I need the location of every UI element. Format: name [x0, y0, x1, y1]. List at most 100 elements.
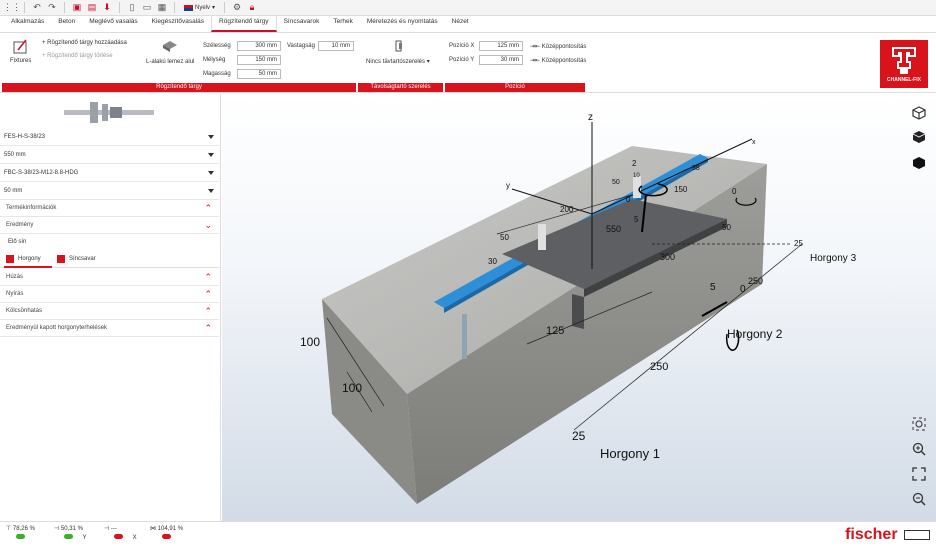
tab-terhek[interactable]: Terhek [326, 15, 360, 32]
height-field[interactable]: 50 mm [237, 68, 281, 79]
status-item-tension[interactable]: ⊤ 78,26 % [6, 525, 35, 541]
standoff-group: Nincs távtartószerelés ▾ Távolságtartó s… [358, 35, 443, 92]
accordion-product-info[interactable]: Termékinformációk ⌃ [0, 200, 219, 217]
channel-type-dropdown[interactable]: FES-H-S-38/23 [0, 128, 219, 146]
tab-meglevo-vasalas[interactable]: Meglévő vasalás [82, 15, 144, 32]
l-plate-icon [163, 41, 177, 52]
chevron-up-icon: ⌃ [204, 306, 212, 316]
apps-grid-icon[interactable]: ⋮⋮ [3, 2, 21, 14]
center-x-button[interactable]: ⇥⇤ Középpontosítás [530, 43, 586, 50]
position-x-field[interactable]: 125 mm [479, 40, 523, 51]
fixtures-button[interactable]: Fixtures [8, 39, 34, 67]
dim-label: 50 [500, 233, 509, 242]
anchor-1-label: Horgony 1 [600, 446, 660, 461]
accordion-interaction[interactable]: Kölcsönhatás ⌃ [0, 303, 219, 320]
open-project-icon[interactable]: ▤ [86, 2, 98, 14]
zoom-in-icon[interactable] [912, 442, 926, 456]
cube-filled-icon [912, 131, 926, 143]
warning-icon [6, 255, 14, 263]
accordion-result[interactable]: Eredmény ⌄ [0, 217, 219, 234]
redo-icon[interactable]: ↷ [46, 2, 58, 14]
focus-icon[interactable] [912, 417, 926, 431]
status-value: 50,31 % [60, 526, 83, 532]
print-icon[interactable]: ▭ [141, 2, 153, 14]
depth-label: Mélység [203, 57, 226, 63]
target-icon [912, 417, 926, 431]
cube-solid-icon [913, 157, 925, 169]
zoom-out-icon[interactable] [912, 492, 926, 506]
dim-label: 250 [650, 361, 668, 373]
chevron-down-icon [208, 189, 214, 193]
undo-icon[interactable]: ↶ [31, 2, 43, 14]
channel-length-dropdown[interactable]: 550 mm [0, 146, 219, 164]
dim-label: 300 [660, 252, 675, 262]
tab-meretezes[interactable]: Méretezés és nyomtatás [360, 15, 445, 32]
toolbar-divider [119, 2, 120, 13]
bolt-length-dropdown[interactable]: 50 mm [0, 182, 219, 200]
tab-alkalmazas[interactable]: Alkalmazás [4, 15, 51, 32]
dim-label: 10 [633, 173, 640, 179]
status-item-shear-x[interactable]: ⊣ --- X [104, 525, 137, 541]
x-axis-label: x [752, 139, 756, 146]
plate-type-selector[interactable]: L-alakú lemez alul [142, 39, 200, 73]
dim-label: 100 [300, 335, 320, 349]
view-front-icon[interactable] [912, 156, 926, 170]
channel-bolt-dropdown[interactable]: FBC-S-38/23-M12-8.8-HDG [0, 164, 219, 182]
center-y-label: Középpontosítás [541, 58, 587, 64]
tab-kiegeszitovasalas[interactable]: Kiegészítővasalás [145, 15, 211, 32]
channel-type-value: FES-H-S-38/23 [4, 134, 46, 140]
document-icon[interactable]: ▯ [126, 2, 138, 14]
flag-icon [184, 4, 193, 11]
tab-sincsavarok[interactable]: Síncsavarok [277, 15, 327, 32]
lock-icon[interactable]: 🔒︎ [246, 2, 258, 14]
status-bar: ⊤ 78,26 % ⊣ 50,31 % Y ⊣ --- X ⋈ 104,91 %… [0, 521, 936, 547]
thickness-label: Vastagság [287, 43, 315, 49]
view-iso-icon[interactable] [912, 106, 926, 120]
dim-label: 550 [606, 224, 621, 234]
position-y-field[interactable]: 30 mm [479, 54, 523, 65]
chevron-down-icon: ⌄ [204, 220, 212, 230]
dim-label: 200 [560, 205, 574, 214]
3d-viewport[interactable]: 100 100 25 250 125 300 50 30 200 550 250… [222, 94, 936, 521]
thickness-field[interactable]: 10 mm [318, 40, 354, 51]
new-project-icon[interactable]: ▣ [71, 2, 83, 14]
dim-label: 0 [732, 187, 737, 196]
channel-fix-logo-text: CHANNEL-FIX [887, 77, 921, 83]
anchor-2-label: Horgony 2 [727, 327, 783, 341]
language-selector[interactable]: Nyelv ▾ [181, 4, 218, 11]
accordion-shear[interactable]: Nyírás ⌃ [0, 286, 219, 303]
gear-icon[interactable]: ⚙ [231, 2, 243, 14]
height-label: Magasság [203, 71, 231, 77]
shear-icon: ⊣ [54, 526, 61, 532]
accordion-anchor-loads[interactable]: Eredményül kapott horgonyterhelések ⌃ [0, 320, 219, 337]
chevron-up-icon: ⌃ [204, 289, 212, 299]
tab-sincsavar[interactable]: Síncsavar [55, 251, 105, 268]
z-axis-label: z [588, 112, 593, 123]
section-label: Elő sín [8, 239, 27, 245]
add-fixture-button[interactable]: + Rögzítendő tárgy hozzáadása [42, 40, 127, 46]
width-field[interactable]: 300 mm [237, 40, 281, 51]
accordion-tension[interactable]: Húzás ⌃ [0, 269, 219, 286]
channel-fix-logo: CHANNEL-FIX [880, 40, 928, 88]
standoff-dropdown[interactable]: Nincs távtartószerelés ▾ [366, 58, 430, 65]
fischer-logo-text: fischer [845, 526, 898, 543]
save-icon[interactable]: ⬇ [101, 2, 113, 14]
delete-fixture-button[interactable]: + Rögzítendő tárgy törlése [42, 53, 113, 59]
position-group: Pozíció X 125 mm ⇥⇤ Középpontosítás Pozí… [445, 35, 586, 92]
view-top-icon[interactable] [912, 130, 926, 144]
fullscreen-icon[interactable] [912, 467, 926, 481]
chevron-up-icon: ⌃ [204, 272, 212, 282]
tab-horgony[interactable]: Horgony [4, 251, 52, 268]
status-item-interaction[interactable]: ⋈ 104,91 % [150, 525, 183, 541]
center-y-button[interactable]: ⇥⇤ Középpontosítás [530, 57, 586, 64]
bolt-length-value: 50 mm [4, 188, 23, 194]
interaction-icon: ⋈ [150, 526, 158, 532]
tab-nezet[interactable]: Nézet [445, 15, 476, 32]
plate-type-label: L-alakú lemez alul [146, 59, 195, 65]
tab-rogzitendo-targy[interactable]: Rögzítendő tárgy [211, 15, 277, 32]
depth-field[interactable]: 150 mm [237, 54, 281, 65]
tab-beton[interactable]: Beton [51, 15, 82, 32]
film-icon[interactable]: ▦ [156, 2, 168, 14]
status-pill-fail [162, 534, 171, 539]
status-item-shear-y[interactable]: ⊣ 50,31 % Y [54, 525, 87, 541]
